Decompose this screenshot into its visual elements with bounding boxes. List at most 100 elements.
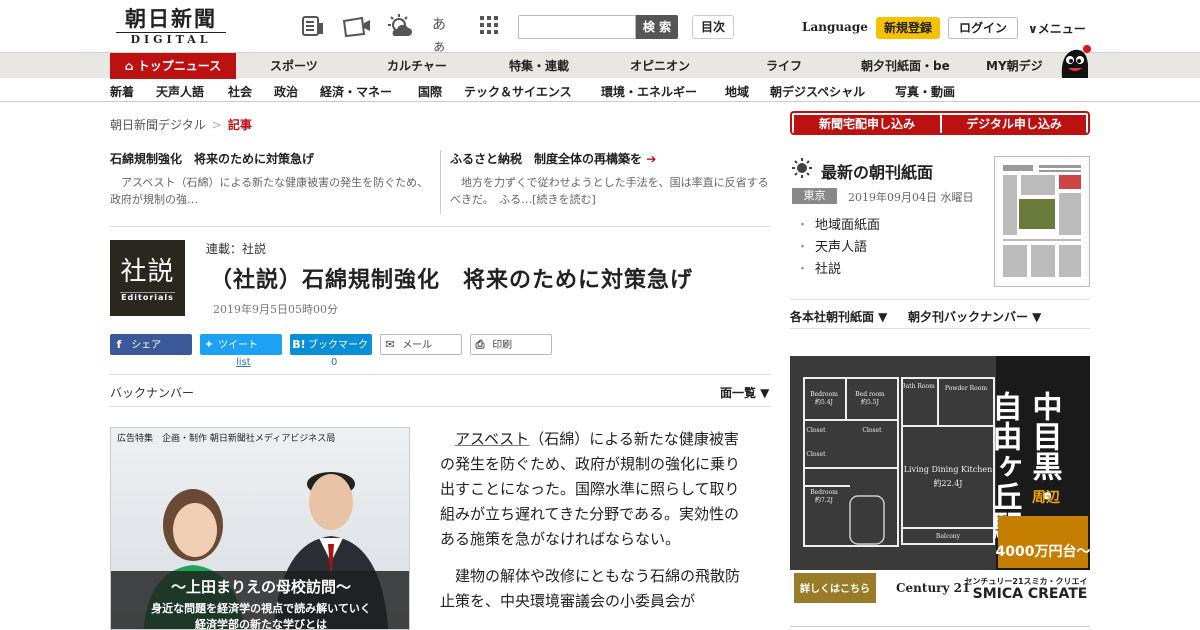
nav-special[interactable]: 朝デジスペシャル (770, 83, 865, 100)
hatena-bookmark-button[interactable]: B! ブックマーク (290, 334, 372, 355)
region-badge[interactable]: 東京 (792, 188, 837, 204)
real-estate-ad[interactable]: Bedroom 約5.4J Bed room 約5.5J Bath Room P… (790, 356, 1090, 606)
article-title: （社説）石綿規制強化 将来のために対策急げ (210, 267, 694, 293)
nav-paper[interactable]: 朝夕刊紙面・be (861, 53, 950, 79)
article-paragraph: 建物の解体や改修にともなう石綿の飛散防止策を、中央環境審議会の小委員会が (440, 567, 741, 610)
paper-link[interactable]: ・地域面紙面 (796, 214, 880, 233)
apply-digital-button[interactable]: デジタル申し込み (942, 115, 1086, 133)
room-label: Powder Room (945, 385, 987, 392)
century21-logo: Century 21 (896, 581, 970, 595)
language-link[interactable]: Language (802, 20, 868, 34)
divider (110, 226, 770, 227)
breadcrumb-current: 記事 (227, 118, 252, 132)
thumbnail-text: 社説 (120, 257, 175, 287)
weather-icon[interactable] (386, 14, 412, 38)
page-list-dropdown[interactable]: 面一覧 ▼ (720, 384, 769, 401)
ad-label: 広告特集 企画・制作 朝日新聞社メディアビジネス局 (117, 434, 336, 444)
breadcrumb-separator: > (211, 118, 222, 132)
nav-opinion[interactable]: オピニオン (630, 53, 690, 79)
apply-bar: 新聞宅配申し込み デジタル申し込み (790, 111, 1090, 135)
menu-button[interactable]: ∨メニュー (1028, 20, 1086, 37)
ad-headline: 〜上田まりえの母校訪問〜 (170, 578, 351, 596)
twitter-tweet-button[interactable]: ✦ ツイート (200, 334, 282, 355)
logo-digital: DIGITAL (116, 32, 226, 47)
mail-icon: ✉ (385, 338, 395, 351)
mail-button[interactable]: ✉ メール (380, 334, 462, 355)
article-body: アスベスト（石綿）による新たな健康被害の発生を防ぐため、政府が規制の強化に乗り出… (440, 427, 750, 626)
backnumber-dropdown[interactable]: 朝夕刊バックナンバー ▼ (908, 308, 1041, 325)
regional-papers-dropdown[interactable]: 各本社朝刊紙面 ▼ (790, 308, 887, 325)
ad-subtitle: 経済学部の新たな学びとは (195, 618, 327, 630)
facebook-share-button[interactable]: f シェア (110, 334, 192, 355)
nav-top-news[interactable]: ⌂ トップニュース (110, 53, 236, 79)
article-paragraph: アスベスト（石綿）による新たな健康被害の発生を防ぐため、政府が規制の強化に乗り出… (440, 430, 741, 548)
font-size-icon[interactable]: あぁ (432, 14, 458, 55)
divider (790, 299, 1090, 300)
search-input[interactable] (518, 15, 636, 39)
nav-photo-video[interactable]: 写真・動画 (895, 83, 955, 100)
login-button[interactable]: ログイン (948, 17, 1018, 39)
latest-paper-title[interactable]: 最新の朝刊紙面 (821, 159, 933, 183)
breadcrumb-home[interactable]: 朝日新聞デジタル (110, 118, 206, 132)
nav-society[interactable]: 社会 (228, 83, 252, 100)
bookmark-count[interactable]: 0 (331, 357, 337, 368)
ad-company-small: センチュリー21スミカ・クリエイト (964, 576, 1090, 586)
nav-sports[interactable]: スポーツ (270, 53, 318, 79)
nav-region[interactable]: 地域 (725, 83, 749, 100)
nav-international[interactable]: 国際 (418, 83, 442, 100)
nav-latest[interactable]: 新着 (110, 83, 134, 100)
nav-my-asadigi[interactable]: MY朝デジ (986, 53, 1043, 79)
video-icon[interactable] (342, 14, 370, 38)
paper-link[interactable]: ・社説 (796, 258, 841, 277)
room-size: 約22.4J (933, 478, 962, 488)
nav-economy[interactable]: 経済・マネー (320, 83, 392, 100)
backnumber-link[interactable]: バックナンバー (110, 384, 194, 401)
apply-delivery-button[interactable]: 新聞宅配申し込み (794, 115, 940, 133)
print-button[interactable]: ⎙ 印刷 (470, 334, 552, 355)
nav-life[interactable]: ライフ (766, 53, 802, 79)
room-label: Balcony (936, 533, 961, 540)
advertorial-banner[interactable]: 広告特集 企画・制作 朝日新聞社メディアビジネス局 〜上田まりえの母校訪問〜 身… (110, 427, 410, 630)
keyword-link[interactable]: アスベスト (455, 430, 529, 448)
related-article-2[interactable]: ふるさと納税 制度全体の再構築を ➔ 地方を力ずくで従わせようとした手法を、国は… (450, 150, 770, 208)
sun-icon (792, 158, 812, 178)
search-button[interactable]: 検 索 (636, 15, 678, 39)
grid-menu-icon[interactable] (478, 14, 504, 38)
nav-tenseijingo[interactable]: 天声人語 (156, 83, 204, 100)
ad-more-button: 詳しくはこちら (800, 582, 870, 595)
register-button[interactable]: 新規登録 (876, 17, 940, 39)
room-size: 約7.2J (815, 496, 834, 504)
nav-culture[interactable]: カルチャー (387, 53, 447, 79)
arrow-right-icon: ➔ (646, 152, 657, 166)
breadcrumb: 朝日新聞デジタル > 記事 (110, 116, 252, 133)
nav-tech-science[interactable]: テック＆サイエンス (464, 83, 572, 100)
room-label: Bedroom (810, 489, 838, 496)
room-label: Closet (862, 427, 882, 434)
series-label[interactable]: 連載：社説 (206, 240, 266, 257)
mascot-icon[interactable] (1056, 44, 1092, 78)
hatena-icon: B! (292, 338, 306, 351)
divider (110, 406, 770, 407)
nav-environment[interactable]: 環境・エネルギー (601, 83, 697, 100)
related-title[interactable]: 石綿規制強化 将来のために対策急げ (110, 150, 430, 167)
related-title[interactable]: ふるさと納税 制度全体の再構築を ➔ (450, 150, 770, 167)
newspaper-thumbnail[interactable] (994, 156, 1090, 287)
paper-link[interactable]: ・天声人語 (796, 236, 867, 255)
room-label: Closet (806, 427, 826, 434)
secondary-nav: 新着 天声人語 社会 政治 経済・マネー 国際 テック＆サイエンス 環境・エネル… (0, 78, 1200, 102)
tweet-count[interactable]: list (236, 357, 251, 368)
editorial-thumbnail: 社説 Editorials (110, 240, 185, 316)
thumbnail-subtext: Editorials (120, 292, 175, 302)
print-icon: ⎙ (475, 338, 485, 351)
related-article-1[interactable]: 石綿規制強化 将来のために対策急げ アスベスト（石綿）による新たな健康被害の発生… (110, 150, 430, 208)
room-label: Bedroom (810, 391, 838, 398)
ad-company-big: SMICA CREATE (973, 586, 1088, 602)
twitter-icon: ✦ (204, 338, 214, 351)
nav-politics[interactable]: 政治 (274, 83, 298, 100)
logo-kanji: 朝日新聞 (125, 6, 217, 31)
site-logo[interactable]: 朝日新聞 DIGITAL (116, 8, 226, 46)
toc-button[interactable]: 目次 (692, 15, 734, 39)
newspaper-icon[interactable] (300, 14, 326, 38)
nav-features[interactable]: 特集・連載 (509, 53, 569, 79)
ad-subtitle: 身近な問題を経済学の視点で読み解いていく (151, 602, 371, 615)
